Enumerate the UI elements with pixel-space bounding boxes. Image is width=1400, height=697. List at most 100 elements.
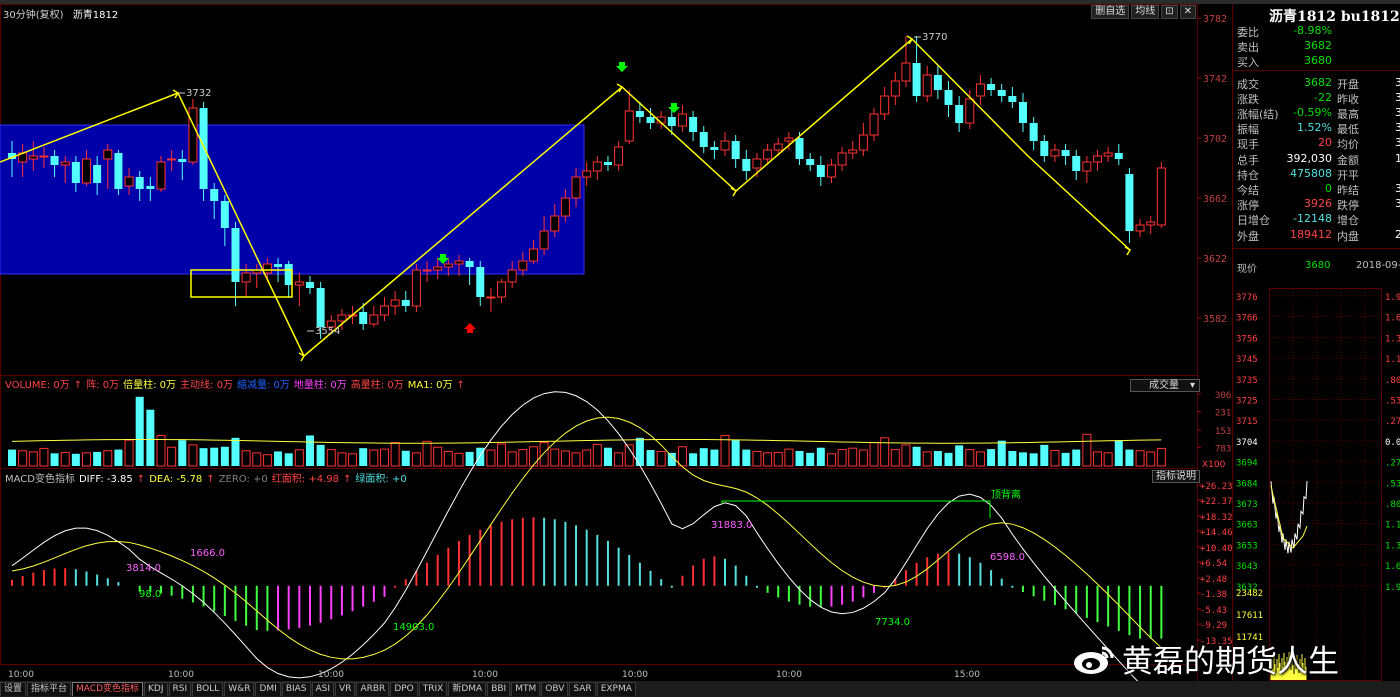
close-icon[interactable]: ✕ <box>1179 5 1196 19</box>
macd-axis-label: +10.40 <box>1200 544 1232 554</box>
volume-bar-down <box>476 447 485 466</box>
volume-bar-up <box>337 452 347 467</box>
kline-chart-svg[interactable]: 3782 3742 3702 3662 3622 3582 3732 3554 3770 3069… <box>0 4 1232 681</box>
tab-11[interactable]: ARBR <box>356 682 390 696</box>
volume-bar-up <box>1050 450 1060 467</box>
time-label: 10:00 <box>472 670 498 680</box>
volume-bar-up <box>369 449 379 467</box>
quote-row-label-2: 内盘 <box>1337 229 1359 243</box>
tab-1[interactable]: 指标平台 <box>27 682 72 696</box>
tab-12[interactable]: DPO <box>390 682 418 696</box>
candle-up <box>592 161 602 172</box>
tab-10[interactable]: VR <box>335 682 356 696</box>
candle-down <box>231 228 240 282</box>
quote-row: 振幅 1.52% 最低 3 <box>1237 121 1400 136</box>
candle-down <box>93 165 102 183</box>
tab-8[interactable]: BIAS <box>281 682 311 696</box>
candle-down <box>816 165 825 177</box>
quote-row-label: 涨跌 <box>1237 92 1259 106</box>
quote-row-label: 买入 <box>1237 56 1259 70</box>
tick-axis-label: 3653 <box>1236 541 1258 551</box>
candle-down <box>359 312 368 324</box>
candle-up <box>1093 155 1103 163</box>
quote-row-value: 392,030 <box>1286 151 1333 165</box>
candle-up <box>188 107 198 163</box>
tick-right-label: .53 <box>1385 397 1400 407</box>
tab-0[interactable]: 设置 <box>0 682 27 696</box>
candle-down <box>955 105 964 123</box>
volume-legend: VOLUME: 0万 ↑ 阵: 0万 倍量柱: 0万 主动线: 0万 缩减量: 0万 地量柱… <box>5 376 469 391</box>
tick-axis-label: 3673 <box>1236 500 1258 510</box>
candle-up <box>922 74 932 97</box>
volume-bar-down <box>806 452 815 466</box>
tab-9[interactable]: ASI <box>311 682 335 696</box>
moving-average-button[interactable]: 均线 <box>1131 5 1160 19</box>
macd-axis-label: -5.43 <box>1200 606 1227 616</box>
candle-down <box>987 84 996 90</box>
candle-up <box>528 248 538 262</box>
candle-up <box>433 266 443 271</box>
tick-right-label: 1.6 <box>1385 562 1400 572</box>
volume-bar-down <box>316 444 325 466</box>
quote-row-value-2: 3 <box>1395 121 1400 135</box>
volume-bar-up <box>528 446 538 467</box>
main-chart-area[interactable]: 3782 3742 3702 3662 3622 3582 3732 3554 3770 3069… <box>0 4 1232 681</box>
tab-15[interactable]: BBI <box>487 682 511 696</box>
macd-annotation: 98.0 <box>139 589 161 600</box>
candle-down <box>933 75 942 90</box>
tab-6[interactable]: W&R <box>224 682 255 696</box>
volume-bar-down <box>284 453 293 466</box>
candle-down <box>742 159 751 171</box>
volume-bar-down <box>1040 444 1049 466</box>
volume-bar-up <box>592 443 602 467</box>
time-label: 10:00 <box>622 670 648 680</box>
volume-bar-up <box>81 452 91 467</box>
volume-bar-up <box>443 450 453 467</box>
candle-down <box>401 300 410 306</box>
volume-bar-up <box>752 450 762 467</box>
quote-row-value: 0 <box>1325 182 1332 195</box>
sell-signal-icon <box>668 103 680 113</box>
pivot-label: 3554 <box>315 326 340 337</box>
volume-bar-down <box>1061 452 1070 466</box>
candle-down <box>944 90 953 105</box>
candle-down <box>1061 150 1070 156</box>
tab-19[interactable]: EXPMA <box>596 682 636 696</box>
candle-down <box>806 159 815 165</box>
tick-chart-svg[interactable]: 3776 1.9 3766 1.6 3756 1.3 3745 1.1 3735 .80 3725.… <box>1233 286 1400 681</box>
quote-row-label-2: 金额 <box>1337 153 1359 167</box>
volume-bar-up <box>103 450 113 467</box>
tick-axis-label: 3684 <box>1236 479 1258 489</box>
quote-row: 委比 -8.98% <box>1237 24 1400 39</box>
quote-row-label: 总手 <box>1237 153 1259 167</box>
tab-3[interactable]: KDJ <box>144 682 168 696</box>
tab-18[interactable]: SAR <box>569 682 596 696</box>
candle-up <box>539 230 549 250</box>
tab-13[interactable]: TRIX <box>418 682 448 696</box>
quote-row-value: 475808 <box>1290 166 1332 180</box>
indicator-help-button[interactable]: 指标说明 <box>1152 470 1200 483</box>
macd-axis-label: -9.29 <box>1200 621 1227 631</box>
volume-bar-down <box>359 448 368 466</box>
remove-watchlist-button[interactable]: 删自选 <box>1091 5 1130 19</box>
volume-bar-up <box>294 449 304 467</box>
tab-16[interactable]: MTM <box>511 682 541 696</box>
candle-up <box>773 143 783 151</box>
candle-up <box>1135 224 1145 232</box>
tab-5[interactable]: BOLL <box>192 682 224 696</box>
tab-17[interactable]: OBV <box>541 682 569 696</box>
volume-indicator-select[interactable]: 成交量 ▾ <box>1130 379 1200 392</box>
tab-7[interactable]: DMI <box>255 682 281 696</box>
volume-bar-up <box>582 449 592 467</box>
legend-item: ↑ <box>136 474 146 485</box>
candle-up <box>752 158 762 169</box>
maximize-icon[interactable]: ⊡ <box>1161 5 1178 19</box>
legend-item: VOLUME: 0万 <box>5 380 70 391</box>
candle-down <box>795 138 804 159</box>
volume-bar-up <box>252 452 262 467</box>
tab-14[interactable]: 新DMA <box>448 682 487 696</box>
tab-4[interactable]: RSI <box>168 682 192 696</box>
volume-bar-up <box>890 449 900 467</box>
tab-2[interactable]: MACD变色指标 <box>72 682 144 696</box>
quote-row: 日增仓 -12148 增仓 <box>1237 212 1400 227</box>
